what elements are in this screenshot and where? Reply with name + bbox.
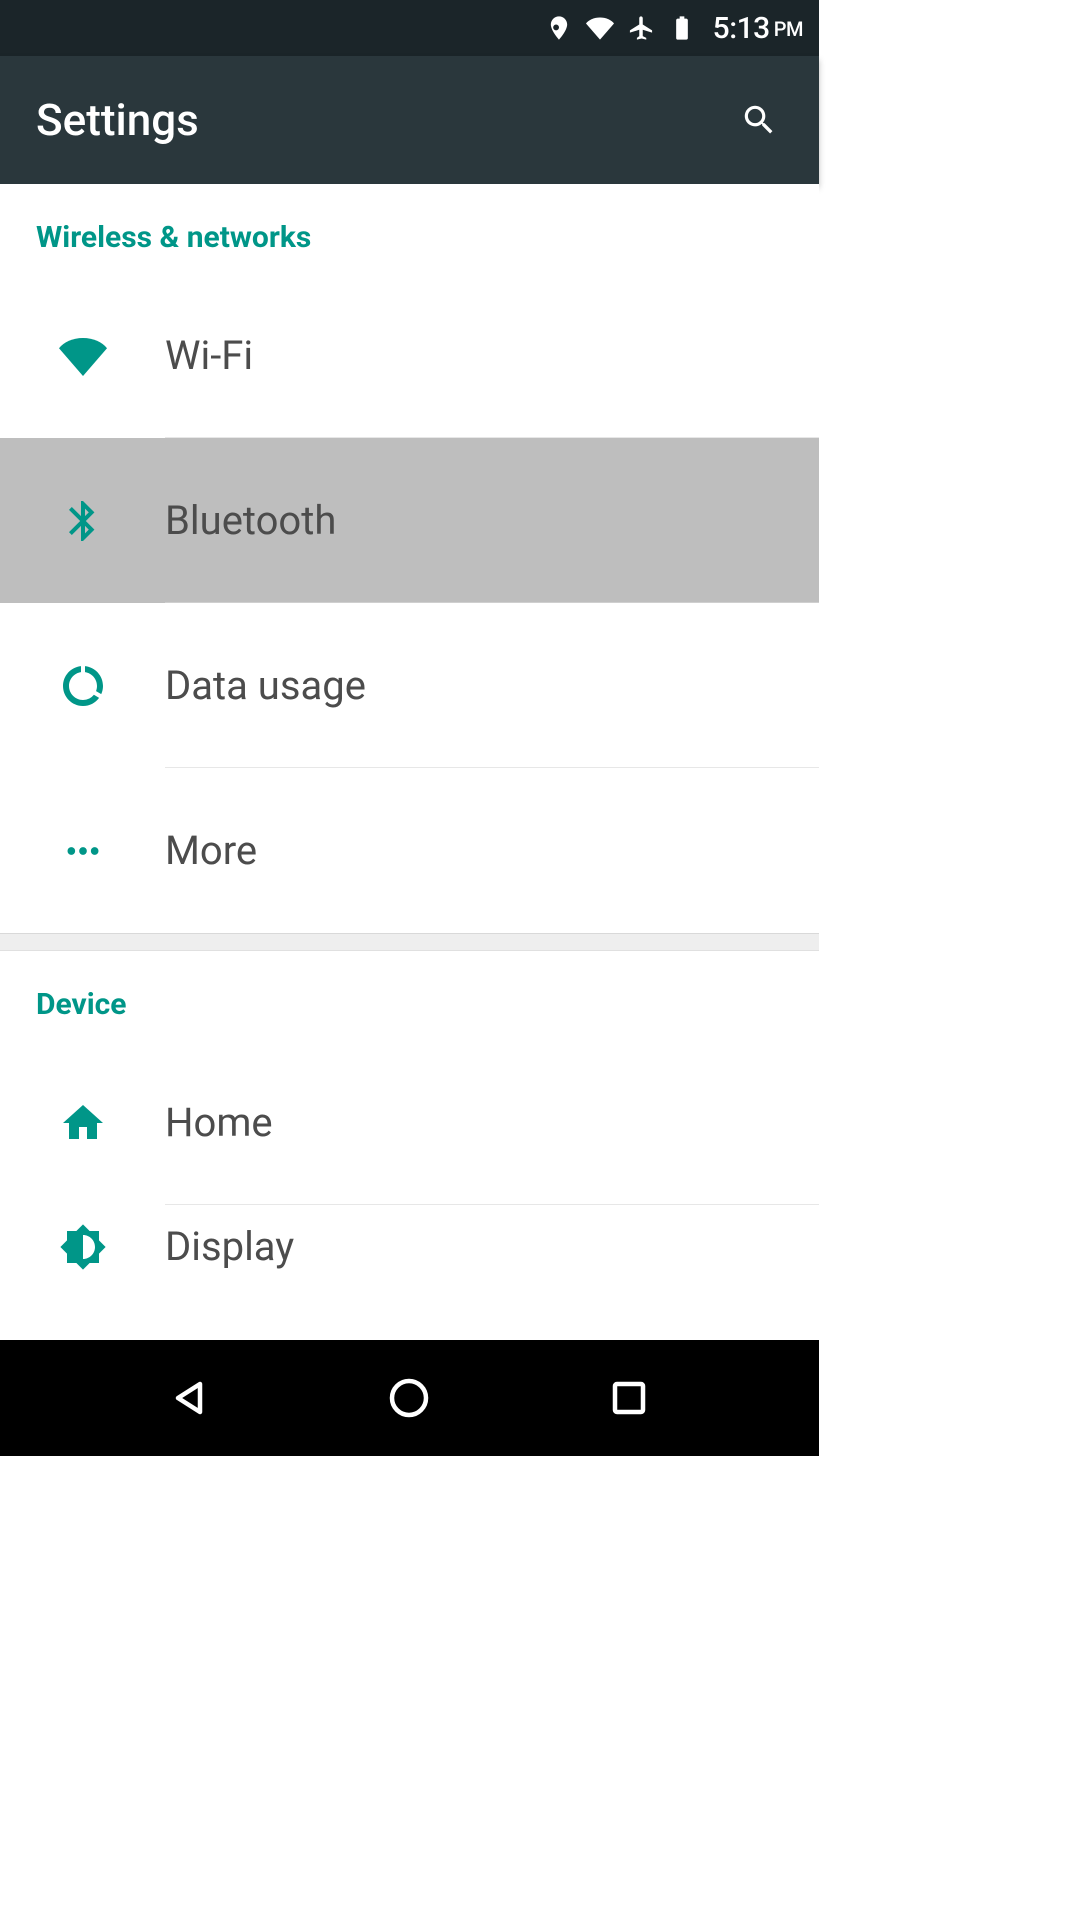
section-header-wireless: Wireless & networks <box>0 184 819 273</box>
recent-apps-button[interactable] <box>589 1358 669 1438</box>
page-title: Settings <box>36 94 199 146</box>
more-horizontal-icon <box>0 831 165 871</box>
location-icon <box>545 14 573 42</box>
recent-icon <box>605 1374 653 1422</box>
status-bar: 5:13PM <box>0 0 819 56</box>
brightness-icon <box>0 1223 165 1271</box>
section-spacer <box>0 933 819 951</box>
battery-icon <box>668 14 696 42</box>
search-icon <box>740 101 778 139</box>
settings-list: Wireless & networks Wi‑Fi Bluetooth Data… <box>0 184 819 1301</box>
row-label: Display <box>165 1223 294 1270</box>
wifi-icon <box>0 332 165 380</box>
row-more[interactable]: More <box>0 768 819 933</box>
status-time: 5:13PM <box>713 11 803 46</box>
bluetooth-icon <box>0 497 165 545</box>
section-header-device: Device <box>0 951 819 1040</box>
row-label: More <box>165 827 257 874</box>
row-wifi[interactable]: Wi‑Fi <box>0 273 819 438</box>
row-display[interactable]: Display <box>0 1205 819 1301</box>
row-data-usage[interactable]: Data usage <box>0 603 819 768</box>
row-label: Home <box>165 1099 273 1146</box>
home-icon <box>0 1099 165 1147</box>
row-label: Wi‑Fi <box>165 332 253 379</box>
row-label: Data usage <box>165 662 366 709</box>
row-bluetooth[interactable]: Bluetooth <box>0 438 819 603</box>
row-home[interactable]: Home <box>0 1040 819 1205</box>
back-icon <box>166 1374 214 1422</box>
app-bar: Settings <box>0 56 819 184</box>
data-usage-icon <box>0 662 165 710</box>
home-button[interactable] <box>369 1358 449 1438</box>
wifi-icon <box>586 14 614 42</box>
back-button[interactable] <box>150 1358 230 1438</box>
home-nav-icon <box>385 1374 433 1422</box>
navigation-bar <box>0 1340 819 1456</box>
airplane-icon <box>627 14 655 42</box>
row-label: Bluetooth <box>165 497 336 544</box>
search-button[interactable] <box>735 96 783 144</box>
